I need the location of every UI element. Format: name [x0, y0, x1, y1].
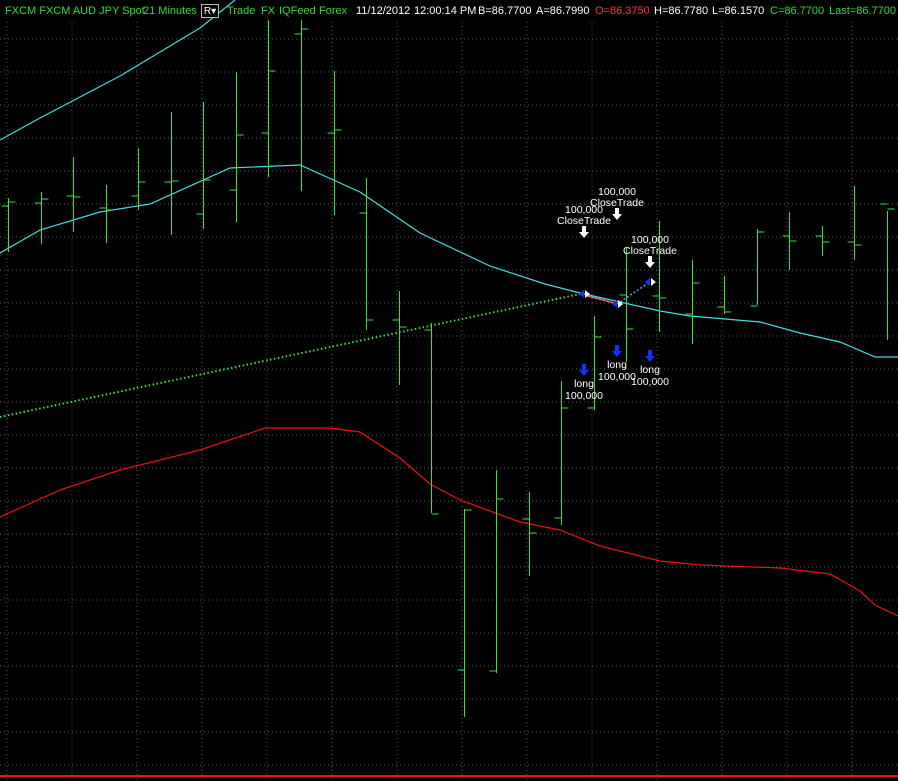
r-dropdown-button[interactable]: R▾	[201, 4, 219, 18]
ohlc-bar	[392, 291, 407, 385]
long-entry-arrow-icon	[579, 364, 589, 376]
ohlc-bar	[685, 260, 700, 344]
header-item: FXCM FXCM AUD JPY Spot	[5, 5, 145, 17]
close-trade-arrow-icon	[612, 208, 622, 220]
entry-position-marker	[579, 290, 584, 298]
long-entry-arrow-icon	[645, 350, 655, 362]
long-size-label: 100,000	[565, 390, 603, 402]
ohlc-bar	[34, 192, 49, 244]
ohlc-bar	[229, 72, 244, 222]
close-trade-arrow-icon	[579, 226, 589, 238]
header-item: 11/12/2012	[356, 5, 411, 17]
ohlc-bar	[554, 381, 569, 525]
indicator-lines	[0, 0, 898, 617]
header-item: C=86.7700	[770, 5, 825, 17]
long-label: long	[574, 378, 594, 390]
ohlc-bar	[1, 198, 16, 252]
header-item: Trade	[227, 5, 256, 17]
ohlc-bar	[164, 112, 179, 235]
ohlc-bar	[261, 20, 276, 177]
header-item: 21 Minutes	[143, 5, 197, 17]
ohlc-bar	[327, 71, 342, 215]
header-item: 12:00:14 PM	[414, 5, 477, 17]
ohlc-bar	[424, 323, 439, 515]
close-trade-label: CloseTrade	[557, 215, 611, 227]
ohlc-bar	[196, 102, 211, 229]
ohlc-bar	[880, 203, 895, 340]
ohlc-bar	[359, 178, 374, 330]
ohlc-bar	[717, 276, 732, 314]
ohlc-bar	[782, 212, 797, 270]
header-item: IQFeed	[279, 5, 316, 17]
chart-header: FXCM FXCM AUD JPY Spot 21 Minutes Trade FX I…	[0, 0, 898, 22]
header-item: H=86.7780	[654, 5, 709, 17]
header-item: B=86.7700	[478, 5, 532, 17]
lower-band-line	[0, 427, 898, 617]
long-label: long	[640, 364, 660, 376]
exit-position-marker	[651, 278, 656, 286]
close-trade-label: CloseTrade	[590, 197, 644, 209]
ohlc-bar	[815, 226, 830, 256]
header-item: O=86.3750	[595, 5, 650, 17]
header-item: Forex	[319, 5, 348, 17]
ohlc-bar	[99, 185, 114, 243]
header-item: L=86.1570	[712, 5, 765, 17]
close-trade-arrow-icon	[645, 256, 655, 268]
trade-link-line	[616, 281, 651, 305]
ohlc-bars	[1, 20, 895, 717]
long-size-label: 100,000	[631, 376, 669, 388]
grid	[0, 22, 898, 781]
ohlc-bar	[66, 157, 81, 232]
header-item: Last=86.7700	[829, 5, 896, 17]
ohlc-bar	[847, 186, 862, 260]
header-item: A=86.7990	[536, 5, 590, 17]
middle-band-line	[0, 164, 898, 358]
ohlc-bar	[457, 509, 472, 717]
header-item: FX	[261, 5, 276, 17]
long-label: long	[607, 359, 627, 371]
ohlc-bar	[131, 148, 146, 210]
trend-line	[0, 293, 581, 418]
long-entry-arrow-icon	[612, 345, 622, 357]
close-trade-label: CloseTrade	[623, 245, 677, 257]
ohlc-bar	[750, 229, 765, 307]
entry-position-marker	[645, 278, 650, 286]
price-chart[interactable]: 100,000CloseTradelong100,000100,000Close…	[0, 0, 898, 781]
ohlc-bar	[489, 470, 504, 673]
